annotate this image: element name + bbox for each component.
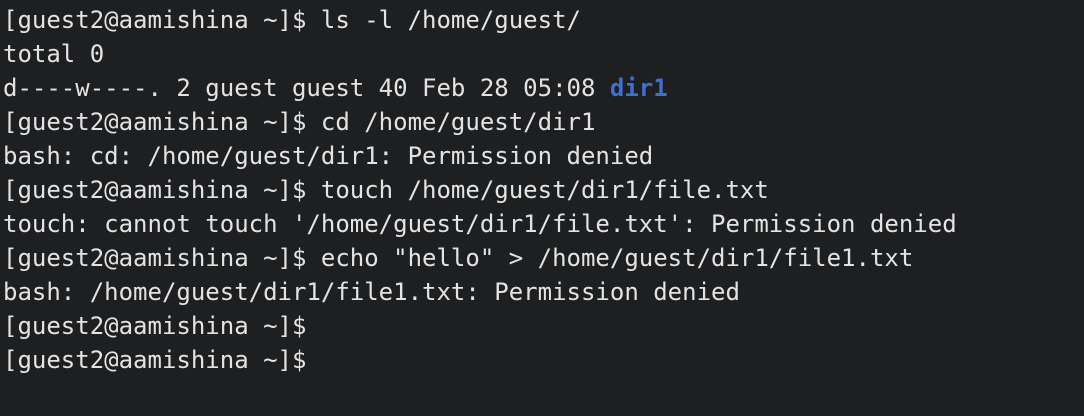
terminal-line-touch-command: [guest2@aamishina ~]$ touch /home/guest/… [3, 176, 769, 204]
terminal-line-listing: d----w----. 2 guest guest 40 Feb 28 05:0… [3, 71, 1084, 105]
terminal-line-cd-command: [guest2@aamishina ~]$ cd /home/guest/dir… [3, 108, 596, 136]
terminal-line-echo-error: bash: /home/guest/dir1/file1.txt: Permis… [3, 278, 740, 306]
terminal-line-prompt: [guest2@aamishina ~]$ [3, 312, 307, 340]
listing-permissions-text: d----w----. 2 guest guest 40 Feb 28 05:0… [3, 74, 610, 102]
terminal-line-total: total 0 [3, 40, 105, 68]
terminal-line-cd-error: bash: cd: /home/guest/dir1: Permission d… [3, 142, 654, 170]
terminal-window[interactable]: [guest2@aamishina ~]$ ls -l /home/guest/… [0, 0, 1084, 416]
terminal-line-touch-error: touch: cannot touch '/home/guest/dir1/fi… [3, 210, 957, 238]
terminal-line-echo-command: [guest2@aamishina ~]$ echo "hello" > /ho… [3, 244, 914, 272]
directory-name-dir1: dir1 [609, 74, 668, 102]
terminal-line-prompt-active[interactable]: [guest2@aamishina ~]$ [3, 343, 1084, 377]
terminal-line-ls-command: [guest2@aamishina ~]$ ls -l /home/guest/ [3, 6, 581, 34]
